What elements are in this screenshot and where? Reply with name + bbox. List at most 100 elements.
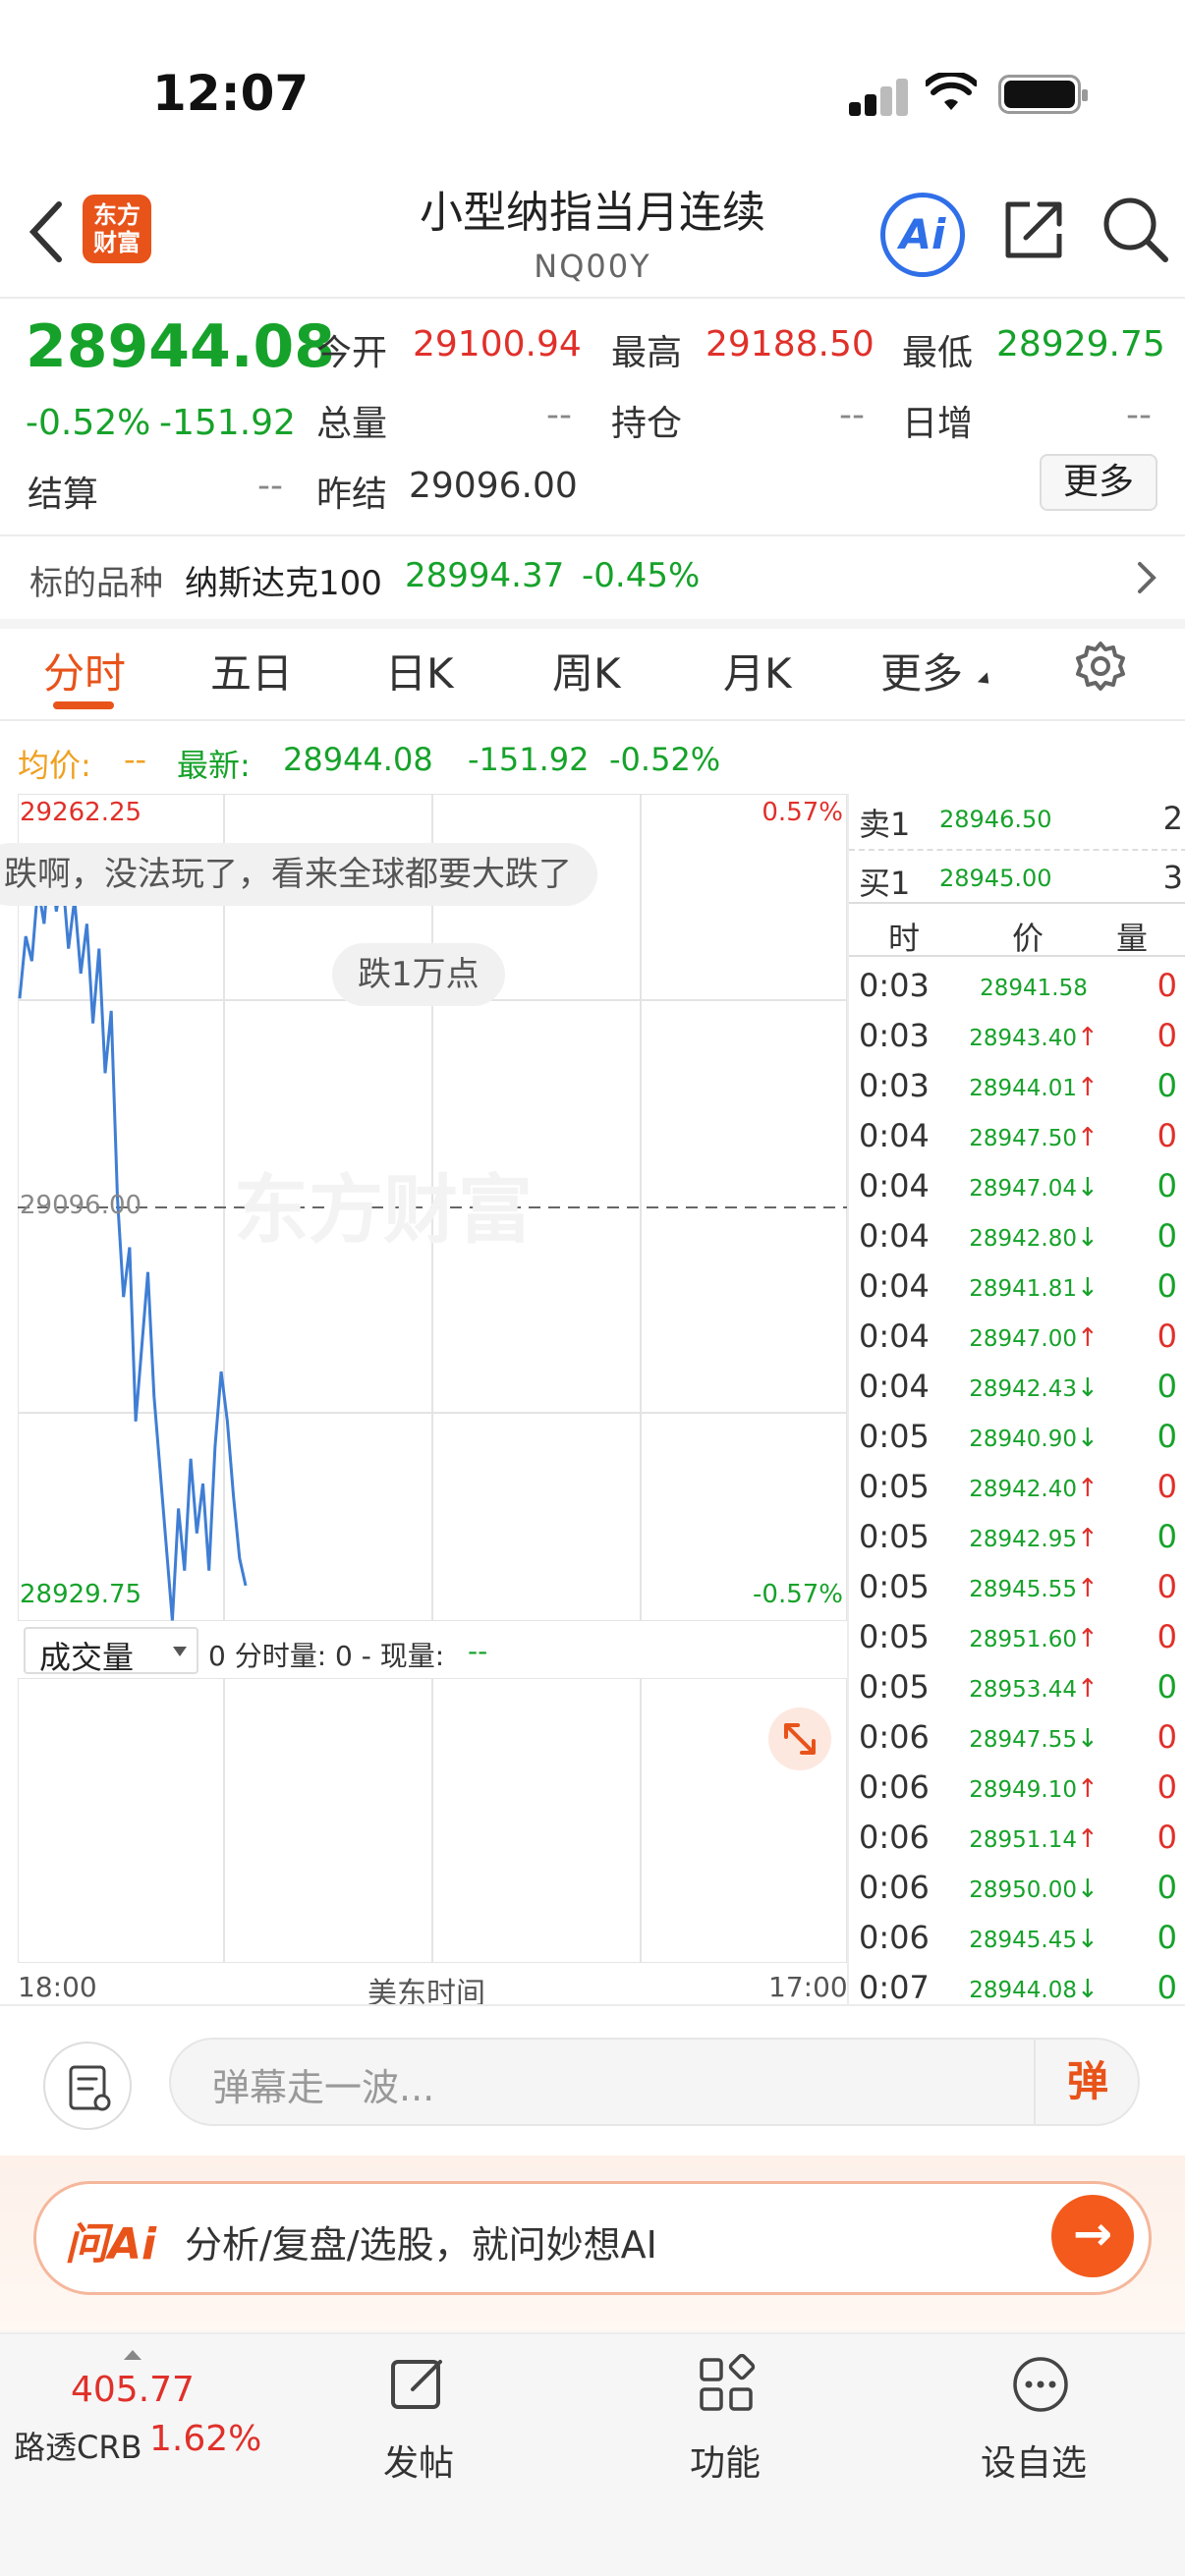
tick-volume: 0 <box>1157 1618 1177 1655</box>
tick-time: 0:04 <box>859 1267 930 1305</box>
post-label: 发帖 <box>383 2443 455 2484</box>
sell1-row: 卖1 28946.50 2 <box>849 794 1185 845</box>
tick-row: 0:05 28940.90↓ 0 <box>849 1412 1185 1462</box>
tick-price: 28947.55↓ <box>969 1724 1099 1754</box>
tick-time: 0:05 <box>859 1668 930 1706</box>
latest-change: -151.92 <box>468 741 590 778</box>
tick-time: 0:05 <box>859 1568 930 1605</box>
tick-time: 0:07 <box>859 1969 930 2006</box>
tick-price: 28950.00↓ <box>969 1875 1099 1904</box>
chevron-right-icon <box>1138 562 1157 593</box>
ai-assistant-button[interactable]: Ai <box>880 193 965 277</box>
sell1-volume: 2 <box>1162 800 1183 837</box>
tick-direction: ↓ <box>1076 1273 1099 1303</box>
tick-price: 28944.01↑ <box>969 1073 1099 1102</box>
tick-volume: 0 <box>1157 1267 1177 1305</box>
buy1-row: 买1 28945.00 3 <box>849 851 1185 902</box>
tick-volume: 0 <box>1157 1668 1177 1706</box>
mid-price-label: 29096.00 <box>20 1191 142 1220</box>
search-icon[interactable] <box>1100 195 1171 269</box>
position-label: 持仓 <box>611 404 683 444</box>
tick-price: 28944.08↓ <box>969 1975 1099 2004</box>
tick-row: 0:05 28942.95↑ 0 <box>849 1512 1185 1562</box>
functions-button[interactable]: 功能 <box>660 2354 788 2511</box>
latest-pct: -0.52% <box>609 741 721 778</box>
post-button[interactable]: 发帖 <box>354 2354 481 2511</box>
tick-time: 0:05 <box>859 1618 930 1655</box>
tick-volume: 0 <box>1157 1418 1177 1455</box>
tick-volume: 0 <box>1157 1768 1177 1806</box>
tick-time: 0:03 <box>859 1017 930 1054</box>
x-axis-end: 17:00 <box>768 1971 848 2003</box>
tick-direction: ↑ <box>1076 1624 1099 1653</box>
tick-time: 0:05 <box>859 1418 930 1455</box>
tick-time: 0:05 <box>859 1518 930 1555</box>
tick-time: 0:04 <box>859 1167 930 1204</box>
low-label: 最低 <box>902 333 974 373</box>
share-icon[interactable] <box>1000 196 1067 267</box>
avg-price-label: 均价: <box>18 747 91 784</box>
ai-logo: 问Ai <box>65 2219 157 2269</box>
tick-volume: 0 <box>1157 1568 1177 1605</box>
tab-monthly-k[interactable]: 月K <box>723 641 792 700</box>
tick-time: 0:03 <box>859 967 930 1004</box>
tick-time: 0:04 <box>859 1368 930 1405</box>
tab-intraday[interactable]: 分时 <box>43 641 126 700</box>
tick-price: 28953.44↑ <box>969 1674 1099 1704</box>
status-time: 12:07 <box>152 65 310 122</box>
arrow-right-icon[interactable]: → <box>1051 2195 1134 2277</box>
add-watchlist-button[interactable]: 设自选 <box>963 2354 1120 2511</box>
tick-row: 0:04 28947.00↑ 0 <box>849 1312 1185 1362</box>
low-value: 28929.75 <box>996 324 1165 364</box>
tick-volume: 0 <box>1157 967 1177 1004</box>
expand-icon[interactable] <box>768 1708 831 1770</box>
grid-icon <box>700 2354 756 2411</box>
tab-weekly-k[interactable]: 周K <box>552 641 621 700</box>
tick-direction: ↑ <box>1076 1674 1099 1704</box>
settings-gear-icon[interactable] <box>1075 641 1126 696</box>
tick-direction: ↓ <box>1076 1173 1099 1203</box>
index-name: 路透CRB <box>14 2429 142 2466</box>
tick-time: 0:06 <box>859 1718 930 1756</box>
tick-time: 0:04 <box>859 1217 930 1255</box>
intraday-chart[interactable]: 东方财富 29262.25 0.57% 28929.75 -0.57% 2909… <box>0 794 847 1621</box>
latest-value: 28944.08 <box>283 741 433 778</box>
volume-indicator-select[interactable]: 成交量 <box>24 1627 198 1676</box>
high-label: 最高 <box>611 333 683 373</box>
tick-volume: 0 <box>1157 1869 1177 1906</box>
buy1-price: 28945.00 <box>939 865 1052 892</box>
tick-price: 28947.00↑ <box>969 1323 1099 1353</box>
tick-row: 0:04 28947.04↓ 0 <box>849 1161 1185 1211</box>
tab-five-day[interactable]: 五日 <box>210 641 293 700</box>
wifi-icon <box>924 70 979 116</box>
prev-settle-label: 昨结 <box>316 475 388 515</box>
tick-direction: ↑ <box>1076 1474 1099 1503</box>
tick-price: 28941.81↓ <box>969 1273 1099 1303</box>
underlying-name: 纳斯达克100 <box>185 564 382 603</box>
tick-volume: 0 <box>1157 1167 1177 1204</box>
ticks-header-price: 价 <box>1012 920 1044 957</box>
comment-list-button[interactable] <box>43 2042 132 2130</box>
more-quote-button[interactable]: 更多 <box>1040 454 1157 511</box>
tab-more[interactable]: 更多 <box>880 641 963 700</box>
tick-time: 0:04 <box>859 1317 930 1355</box>
position-value: -- <box>839 395 865 435</box>
tick-time: 0:03 <box>859 1067 930 1104</box>
tick-row: 0:05 28945.55↑ 0 <box>849 1562 1185 1612</box>
cellular-signal-icon <box>849 77 908 116</box>
prev-settle-value: 29096.00 <box>409 466 578 506</box>
daily-increase-value: -- <box>1126 395 1152 435</box>
tick-time: 0:06 <box>859 1768 930 1806</box>
tick-price: 28947.04↓ <box>969 1173 1099 1203</box>
tick-price: 28940.90↓ <box>969 1424 1099 1453</box>
danmu-toggle-button[interactable]: 弹 <box>1034 2038 1140 2126</box>
change-percent: -0.52% <box>26 403 151 443</box>
danmu-input-placeholder: 弹幕走一波... <box>212 2066 435 2109</box>
buy1-volume: 3 <box>1162 859 1183 896</box>
tab-daily-k[interactable]: 日K <box>385 641 454 700</box>
index-value[interactable]: 405.77 <box>71 2370 195 2410</box>
tick-direction: ↑ <box>1076 1824 1099 1854</box>
x-axis-start: 18:00 <box>18 1971 97 2003</box>
volume-value: -- <box>546 395 572 435</box>
underlying-row[interactable]: 标的品种 纳斯达克100 28994.37 -0.45% <box>0 536 1185 619</box>
